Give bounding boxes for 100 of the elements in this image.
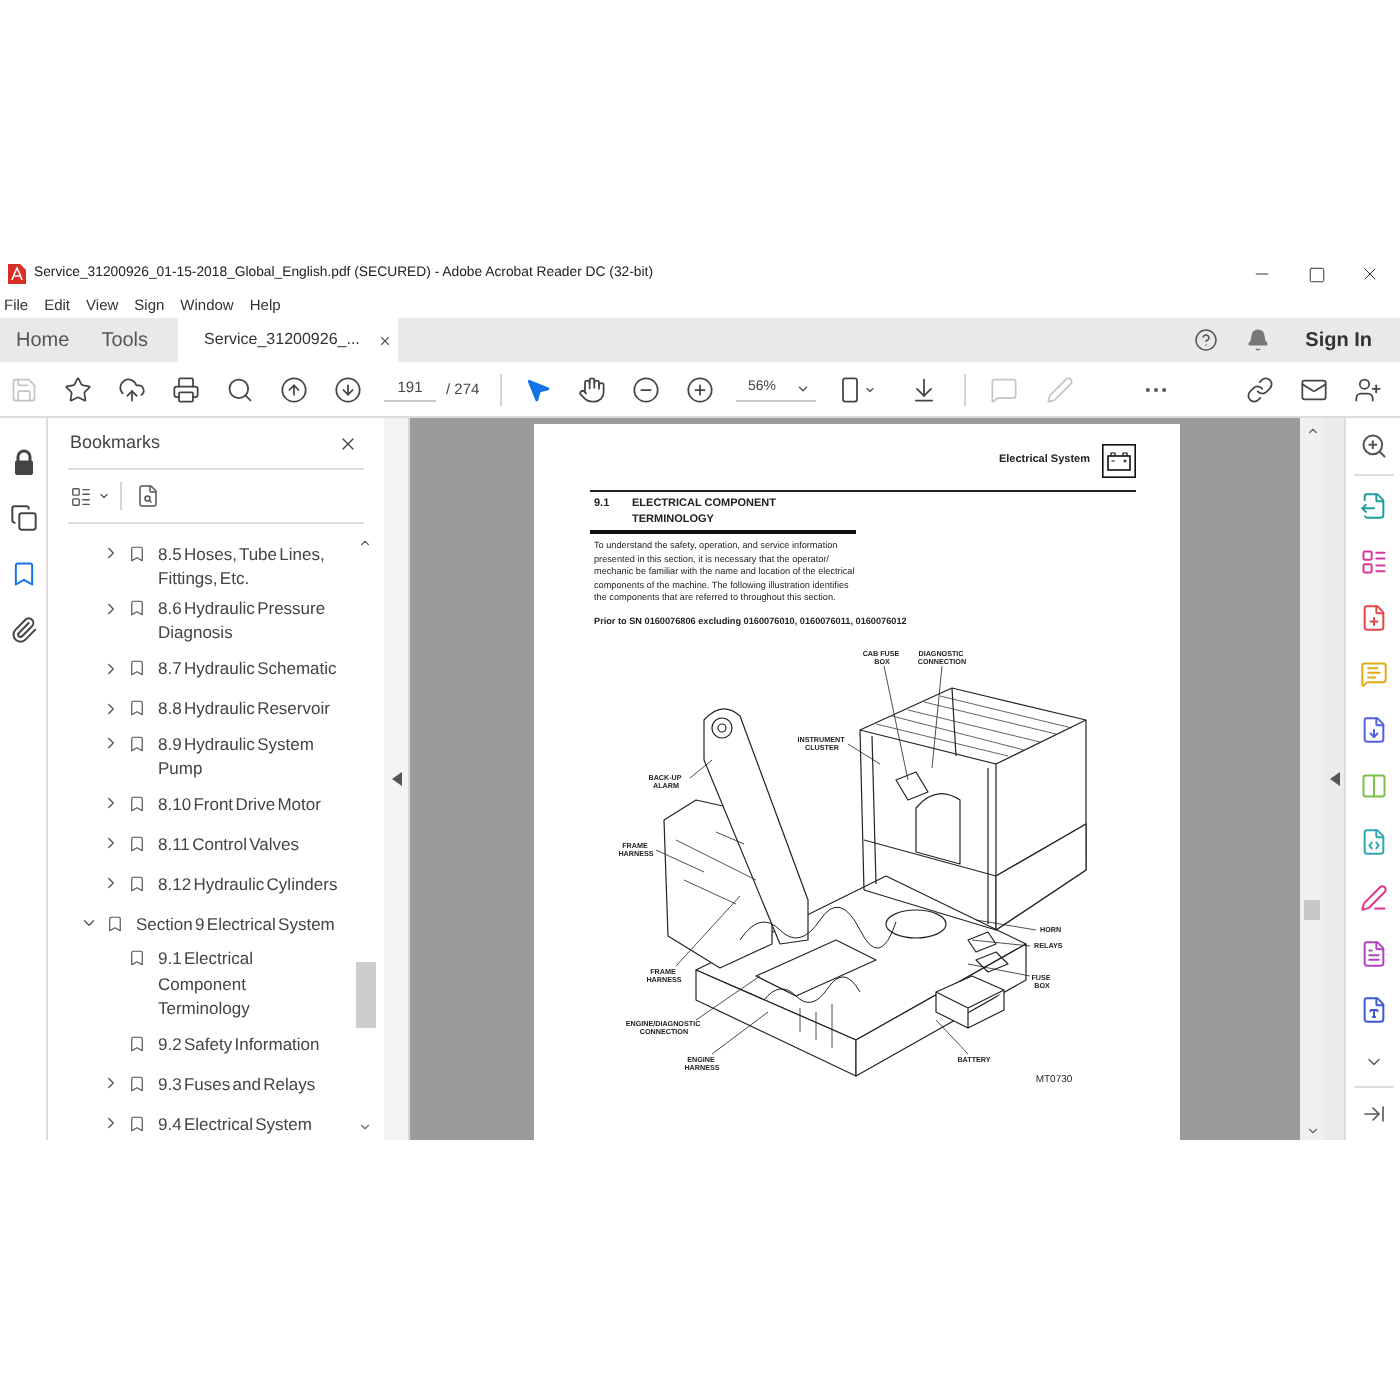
bookmark-item[interactable]: 8.6 Hydraulic Pressure Diagnosis bbox=[158, 596, 339, 646]
help-icon[interactable] bbox=[1193, 328, 1218, 352]
arrow-down-to-line-icon[interactable] bbox=[910, 375, 938, 403]
arrow-down-circle-icon[interactable] bbox=[334, 375, 362, 403]
chevron-right-icon[interactable] bbox=[102, 544, 120, 563]
chevron-right-icon[interactable] bbox=[102, 659, 120, 678]
leader-line bbox=[689, 759, 713, 779]
scrollbar[interactable] bbox=[1300, 418, 1324, 1140]
bookmark-icon bbox=[128, 793, 146, 814]
bell-icon[interactable] bbox=[1245, 328, 1270, 352]
caret-down-icon[interactable] bbox=[864, 383, 876, 395]
bookmark-icon[interactable] bbox=[9, 560, 37, 588]
paperclip-icon[interactable] bbox=[9, 616, 37, 644]
bookmark-icon bbox=[128, 658, 146, 679]
bookmark-icon bbox=[106, 913, 124, 934]
zoom-in-icon[interactable] bbox=[686, 375, 714, 403]
pen-icon[interactable] bbox=[1359, 884, 1387, 912]
tab[interactable]: Tools bbox=[85, 318, 165, 362]
zoom-out-icon[interactable] bbox=[632, 375, 660, 403]
bookmark-icon bbox=[128, 1073, 146, 1094]
maximize-icon[interactable] bbox=[1308, 265, 1326, 283]
bookmark-item[interactable]: 8.9 Hydraulic System Pump bbox=[158, 731, 339, 781]
hand-icon[interactable] bbox=[578, 375, 606, 403]
chevron-right-icon[interactable] bbox=[102, 599, 120, 618]
chevron-down-icon[interactable] bbox=[358, 1120, 373, 1134]
file-download-icon[interactable] bbox=[1359, 716, 1387, 744]
file-export-icon[interactable] bbox=[1359, 492, 1387, 520]
bookmark-item[interactable]: 9.1 Electrical Component Terminology bbox=[158, 946, 339, 1021]
sign-in-link[interactable]: Sign In bbox=[1305, 325, 1372, 355]
leader-line bbox=[711, 1011, 769, 1055]
file-type-icon[interactable] bbox=[1359, 996, 1387, 1024]
close-icon[interactable] bbox=[377, 333, 392, 347]
bookmark-icon bbox=[128, 698, 146, 719]
chevron-right-icon[interactable] bbox=[102, 874, 120, 893]
bookmark-icon bbox=[128, 1033, 146, 1054]
close-icon[interactable] bbox=[338, 433, 358, 453]
bookmark-item[interactable]: 8.8 Hydraulic Reservoir bbox=[158, 696, 339, 721]
print-icon[interactable] bbox=[172, 375, 200, 403]
chevron-right-icon[interactable] bbox=[102, 699, 120, 718]
battery-icon bbox=[1102, 444, 1136, 478]
leader-line bbox=[935, 1019, 969, 1055]
bookmark-icon bbox=[128, 543, 146, 564]
link-icon[interactable] bbox=[1246, 375, 1274, 403]
scrollbar-thumb[interactable] bbox=[355, 962, 376, 1028]
tab[interactable]: Service_31200926_... bbox=[178, 318, 399, 362]
page-icon[interactable] bbox=[836, 375, 864, 403]
chevron-right-icon[interactable] bbox=[102, 794, 120, 813]
panel-title: Bookmarks bbox=[70, 429, 161, 456]
leader-line bbox=[655, 849, 705, 873]
chevron-right-icon[interactable] bbox=[102, 1074, 120, 1093]
mail-icon[interactable] bbox=[1300, 375, 1328, 403]
chevron-up-icon[interactable] bbox=[1305, 424, 1319, 438]
bookmark-icon bbox=[128, 733, 146, 754]
options-list-icon[interactable] bbox=[70, 485, 92, 507]
bookmark-item[interactable]: 9.3 Fuses and Relays bbox=[158, 1071, 339, 1096]
caret-left-icon[interactable] bbox=[391, 772, 401, 786]
star-icon[interactable] bbox=[64, 375, 92, 403]
pointer-icon[interactable] bbox=[524, 375, 552, 403]
arrow-up-circle-icon[interactable] bbox=[280, 375, 308, 403]
pdf-file-icon bbox=[8, 264, 26, 284]
chevron-right-icon[interactable] bbox=[102, 1114, 120, 1133]
bookmark-icon bbox=[128, 948, 146, 969]
file-search-icon[interactable] bbox=[136, 484, 160, 508]
tab[interactable]: Home bbox=[0, 318, 86, 362]
bookmark-item[interactable]: Section 9 Electrical System bbox=[136, 911, 339, 936]
user-plus-icon[interactable] bbox=[1354, 375, 1382, 403]
bookmark-item[interactable]: 8.7 Hydraulic Schematic bbox=[158, 656, 339, 681]
caret-left-icon[interactable] bbox=[1329, 772, 1339, 786]
bookmark-item[interactable]: 9.4 Electrical System bbox=[158, 1111, 339, 1136]
file-code-icon[interactable] bbox=[1359, 828, 1387, 856]
leader-line bbox=[675, 895, 741, 967]
bookmark-item[interactable]: 8.10 Front Drive Motor bbox=[158, 791, 339, 816]
file-text-icon[interactable] bbox=[1359, 940, 1387, 968]
leader-line bbox=[931, 665, 943, 769]
bookmark-item[interactable]: 8.12 Hydraulic Cylinders bbox=[158, 871, 339, 896]
zoom-in-icon[interactable] bbox=[1359, 432, 1387, 460]
chevron-down-icon[interactable] bbox=[1305, 1124, 1319, 1138]
close-icon[interactable] bbox=[1360, 264, 1380, 284]
chevron-up-icon[interactable] bbox=[358, 536, 373, 550]
search-icon[interactable] bbox=[226, 375, 254, 403]
bookmark-icon bbox=[128, 833, 146, 854]
bookmark-item[interactable]: 9.2 Safety Information bbox=[158, 1031, 339, 1056]
arrow-to-line-icon[interactable] bbox=[1361, 1102, 1385, 1126]
lock-icon[interactable] bbox=[9, 448, 37, 476]
file-plus-icon[interactable] bbox=[1359, 604, 1387, 632]
leader-line bbox=[975, 919, 1037, 931]
chevron-right-icon[interactable] bbox=[102, 734, 120, 753]
chevron-right-icon[interactable] bbox=[102, 834, 120, 853]
scrollbar-thumb[interactable] bbox=[1304, 900, 1320, 920]
leader-line bbox=[695, 975, 761, 1021]
bookmark-item[interactable]: 8.5 Hoses, Tube Lines, Fittings, Etc. bbox=[158, 541, 339, 591]
bookmark-item[interactable]: 8.11 Control Valves bbox=[158, 831, 339, 856]
copy-icon[interactable] bbox=[9, 504, 37, 532]
leader-line bbox=[967, 963, 1031, 977]
cloud-upload-icon[interactable] bbox=[118, 375, 146, 403]
caret-down-icon[interactable] bbox=[796, 381, 810, 395]
bookmark-icon bbox=[128, 873, 146, 894]
caret-down-icon[interactable] bbox=[98, 490, 110, 502]
layout-list-icon[interactable] bbox=[1359, 548, 1387, 576]
bookmark-icon bbox=[128, 1113, 146, 1134]
